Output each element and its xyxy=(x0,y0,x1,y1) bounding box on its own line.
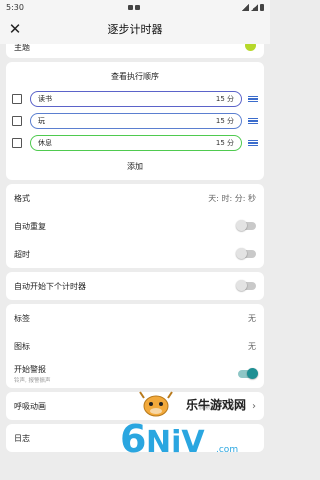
task-checkbox[interactable] xyxy=(12,138,22,148)
theme-row[interactable]: 主题 xyxy=(6,40,264,58)
task-checkbox[interactable] xyxy=(12,116,22,126)
task-pill[interactable]: 玩 15 分 xyxy=(30,113,242,129)
view-order-button[interactable]: 查看执行顺序 xyxy=(6,62,264,88)
task-duration: 15 分 xyxy=(215,139,234,147)
icon-row[interactable]: 图标 无 xyxy=(6,332,264,360)
breath-animation-row[interactable]: 呼吸动画 很偷或者离别开启 › xyxy=(6,392,264,420)
task-duration: 15 分 xyxy=(215,95,234,103)
wifi-icon xyxy=(242,3,249,11)
auto-repeat-label: 自动重复 xyxy=(14,221,46,231)
notification-icon xyxy=(135,4,141,10)
settings-card-2: 自动开始下个计时器 xyxy=(6,272,264,300)
task-name: 休息 xyxy=(38,139,52,147)
tag-row[interactable]: 标签 无 xyxy=(6,304,264,332)
auto-repeat-toggle[interactable] xyxy=(236,220,256,231)
settings-card-5: 日志 xyxy=(6,424,264,452)
icon-value: 无 xyxy=(248,341,256,351)
chevron-right-icon: › xyxy=(252,400,256,412)
log-label: 日志 xyxy=(14,433,30,443)
tag-label: 标签 xyxy=(14,313,30,323)
overtime-row[interactable]: 超时 xyxy=(6,240,264,268)
start-alarm-row[interactable]: 开始警报 铃声, 报警振声 xyxy=(6,360,264,388)
settings-card-4: 呼吸动画 很偷或者离别开启 › xyxy=(6,392,264,420)
status-icons xyxy=(242,3,264,11)
format-label: 格式 xyxy=(14,193,30,203)
status-time: 5:30 xyxy=(6,2,24,12)
breath-animation-value: 很偷或者离别开启 xyxy=(197,403,246,411)
start-alarm-label: 开始警报 xyxy=(14,365,46,374)
drag-handle-icon[interactable] xyxy=(248,139,258,147)
task-checkbox[interactable] xyxy=(12,94,22,104)
task-name: 读书 xyxy=(38,95,52,103)
task-name: 玩 xyxy=(38,117,45,125)
add-task-button[interactable]: 添加 xyxy=(6,154,264,180)
settings-card-3: 标签 无 图标 无 开始警报 铃声, 报警振声 xyxy=(6,304,264,388)
notification-icon xyxy=(128,4,134,10)
settings-card-1: 格式 天: 时: 分: 秒 自动重复 超时 xyxy=(6,184,264,268)
overtime-toggle[interactable] xyxy=(236,248,256,259)
task-row[interactable]: 休息 15 分 xyxy=(6,132,264,154)
auto-next-label: 自动开始下个计时器 xyxy=(14,281,86,291)
auto-next-toggle[interactable] xyxy=(236,280,256,291)
page-title: 逐步计时器 xyxy=(107,23,163,36)
battery-icon xyxy=(260,3,264,11)
start-alarm-subtitle: 铃声, 报警振声 xyxy=(14,378,51,384)
task-row[interactable]: 玩 15 分 xyxy=(6,110,264,132)
auto-next-row[interactable]: 自动开始下个计时器 xyxy=(6,272,264,300)
format-value: 天: 时: 分: 秒 xyxy=(208,193,256,203)
log-row[interactable]: 日志 xyxy=(6,424,264,452)
auto-repeat-row[interactable]: 自动重复 xyxy=(6,212,264,240)
drag-handle-icon[interactable] xyxy=(248,95,258,103)
task-row[interactable]: 读书 15 分 xyxy=(6,88,264,110)
start-alarm-toggle[interactable] xyxy=(238,368,258,379)
signal-icon xyxy=(251,3,258,11)
task-duration: 15 分 xyxy=(215,117,234,125)
app-bar: ✕ 逐步计时器 xyxy=(0,14,270,44)
overtime-label: 超时 xyxy=(14,249,30,259)
status-bar: 5:30 xyxy=(0,0,270,14)
task-pill[interactable]: 休息 15 分 xyxy=(30,135,242,151)
theme-card: 主题 xyxy=(6,40,264,58)
task-pill[interactable]: 读书 15 分 xyxy=(30,91,242,107)
close-icon[interactable]: ✕ xyxy=(6,20,24,38)
format-row[interactable]: 格式 天: 时: 分: 秒 xyxy=(6,184,264,212)
drag-handle-icon[interactable] xyxy=(248,117,258,125)
breath-animation-label: 呼吸动画 xyxy=(14,401,46,411)
tag-value: 无 xyxy=(248,313,256,323)
tasks-card: 查看执行顺序 读书 15 分 玩 15 分 休息 15 分 添加 xyxy=(6,62,264,180)
icon-label: 图标 xyxy=(14,341,30,351)
